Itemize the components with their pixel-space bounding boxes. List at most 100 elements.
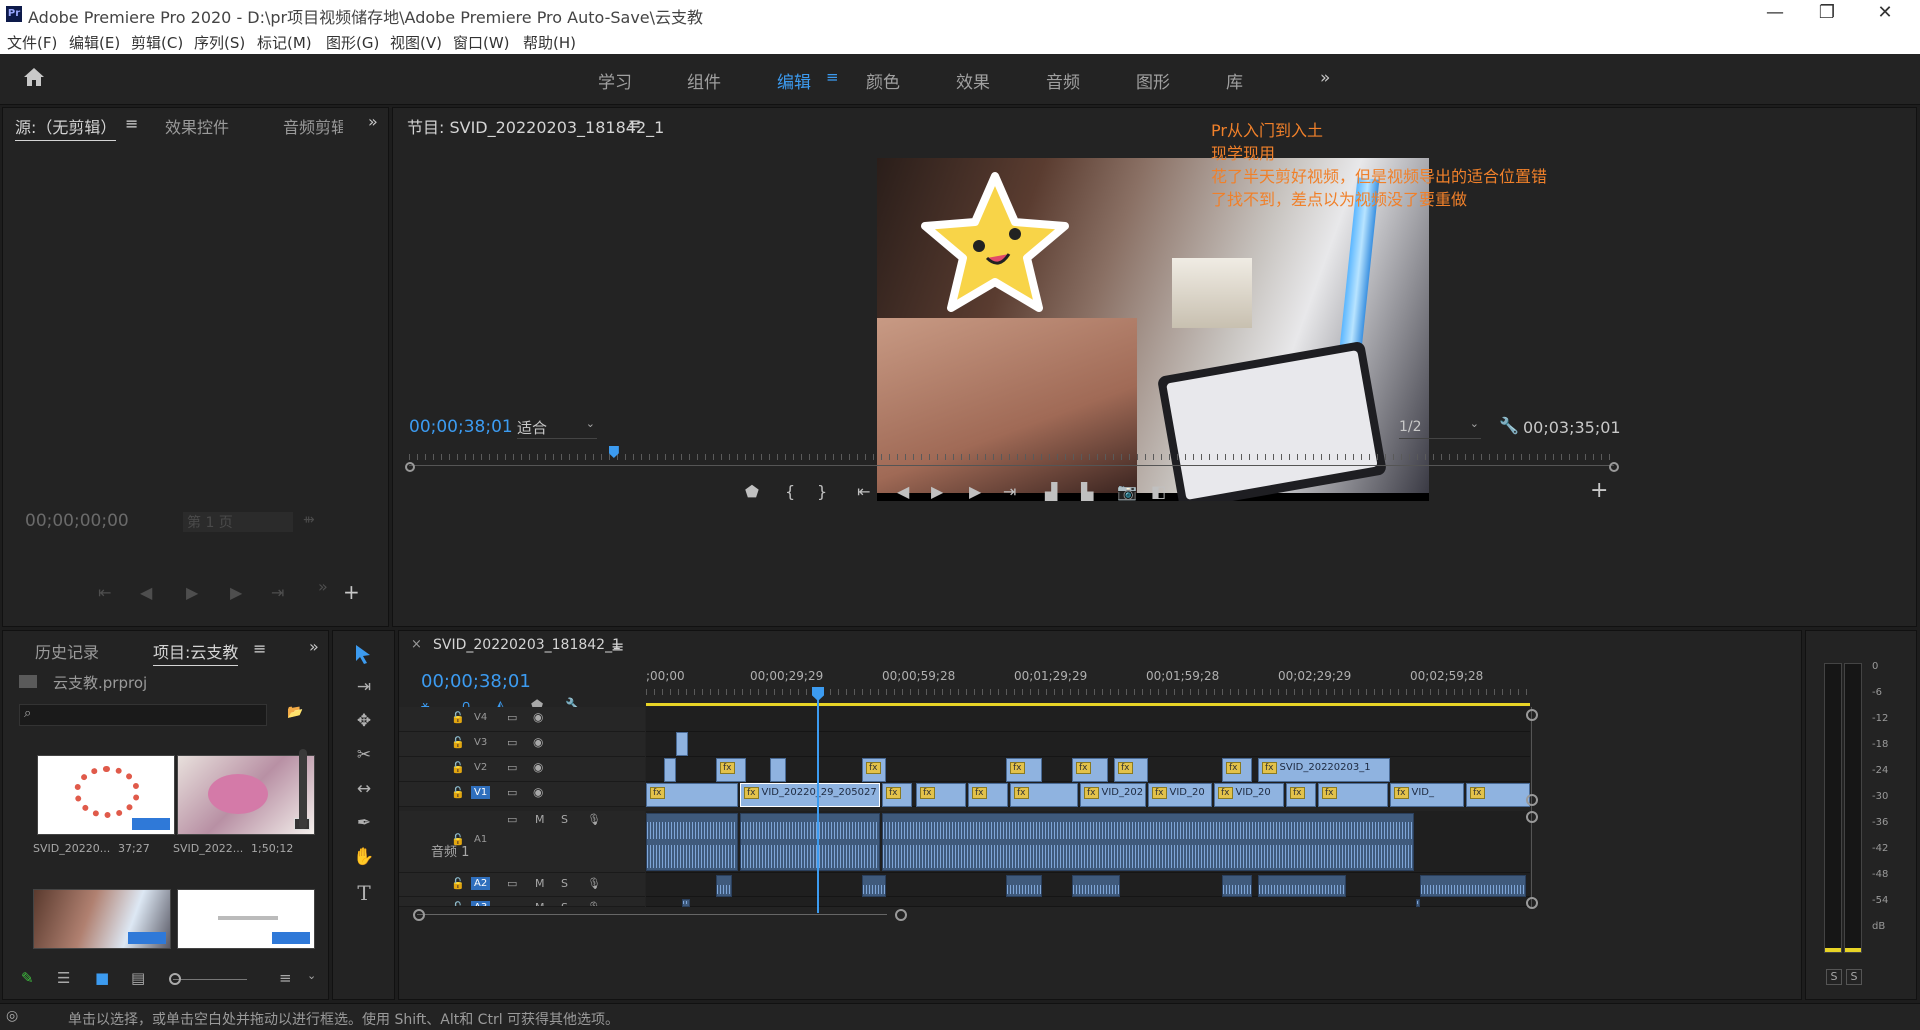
- eye-icon[interactable]: ◉: [533, 710, 543, 724]
- home-icon[interactable]: [20, 64, 48, 92]
- track-label[interactable]: A2: [471, 877, 491, 890]
- video-clip[interactable]: fx: [1318, 783, 1388, 807]
- toggle-sync-icon[interactable]: ▭: [507, 901, 517, 906]
- menu-edit[interactable]: 编辑(E): [69, 32, 120, 53]
- program-add-button-icon[interactable]: +: [1590, 478, 1608, 503]
- comparison-view-icon[interactable]: ◧: [1151, 482, 1166, 501]
- fit-dropdown[interactable]: 适合 ⌄: [517, 417, 597, 439]
- hand-tool-icon[interactable]: ✋: [349, 847, 379, 867]
- tab-source[interactable]: 源:（无剪辑）: [15, 114, 117, 141]
- project-menu-icon[interactable]: ≡: [253, 639, 266, 658]
- video-clip[interactable]: [770, 758, 786, 782]
- eye-icon[interactable]: ◉: [533, 735, 543, 749]
- slip-tool-icon[interactable]: ↔: [349, 779, 379, 799]
- menu-clip[interactable]: 剪辑(C): [131, 32, 183, 53]
- video-clip[interactable]: fx: [1466, 783, 1530, 807]
- toggle-sync-icon[interactable]: ▭: [507, 736, 517, 749]
- source-mark-in-icon[interactable]: ⇤: [98, 583, 111, 602]
- thumb-zoom-slider[interactable]: [173, 979, 247, 980]
- source-tab-menu-icon[interactable]: ≡: [125, 114, 138, 133]
- video-clip[interactable]: fx: [1006, 758, 1042, 782]
- razor-tool-icon[interactable]: ✂: [349, 745, 379, 765]
- video-clip[interactable]: fx: [716, 758, 746, 782]
- h-scroll-handle-right[interactable]: [895, 909, 907, 921]
- menu-marker[interactable]: 标记(M): [257, 32, 312, 53]
- source-more-icon[interactable]: »: [318, 577, 328, 596]
- video-clip[interactable]: fx: [1286, 783, 1316, 807]
- solo-button[interactable]: S: [561, 813, 568, 826]
- v-scroll-handle-3[interactable]: [1526, 811, 1538, 823]
- video-clip[interactable]: fx VID_: [1390, 783, 1464, 807]
- workspace-audio[interactable]: 音频: [1046, 68, 1080, 93]
- type-tool-icon[interactable]: T: [349, 881, 379, 905]
- timeline-timecode[interactable]: 00;00;38;01: [421, 671, 531, 692]
- mute-button[interactable]: M: [535, 813, 545, 826]
- menu-file[interactable]: 文件(F): [7, 32, 57, 53]
- step-back-icon[interactable]: ◀: [897, 482, 909, 501]
- audio-clip[interactable]: [1416, 899, 1420, 907]
- v-scroll-handle-1[interactable]: [1526, 709, 1538, 721]
- tab-history[interactable]: 历史记录: [35, 639, 99, 663]
- project-thumb-1[interactable]: [37, 755, 175, 835]
- project-search-input[interactable]: ⌕: [19, 704, 267, 726]
- timeline-vertical-scrollbar[interactable]: [1531, 707, 1532, 907]
- more-workspaces-icon[interactable]: »: [1320, 68, 1330, 88]
- eye-icon[interactable]: ◉: [533, 760, 543, 774]
- maximize-button[interactable]: ❐: [1812, 2, 1842, 26]
- source-more-tabs-icon[interactable]: »: [368, 112, 378, 131]
- ripple-edit-tool-icon[interactable]: ✥: [349, 711, 379, 731]
- program-menu-icon[interactable]: ≡: [628, 114, 641, 133]
- close-sequence-icon[interactable]: ×: [411, 637, 422, 652]
- sequence-menu-icon[interactable]: ≡: [611, 637, 624, 656]
- project-thumb-3[interactable]: [33, 889, 171, 949]
- menu-help[interactable]: 帮助(H): [523, 32, 576, 53]
- workspace-graphics[interactable]: 图形: [1136, 68, 1170, 93]
- video-clip[interactable]: [676, 732, 688, 756]
- microphone-icon[interactable]: 🎙: [587, 813, 601, 826]
- video-clip[interactable]: fx: [1072, 758, 1108, 782]
- solo-left-button[interactable]: S: [1826, 969, 1842, 985]
- menu-sequence[interactable]: 序列(S): [194, 32, 245, 53]
- freeform-view-icon[interactable]: ▤: [131, 969, 145, 987]
- timeline-ruler[interactable]: ;00;00 00;00;29;29 00;00;59;28 00;01;29;29 0…: [646, 665, 1530, 701]
- audio-clip[interactable]: [882, 813, 1414, 871]
- track-label[interactable]: V3: [471, 736, 490, 749]
- video-clip[interactable]: fx: [1222, 758, 1252, 782]
- wrench-icon[interactable]: 🔧: [1499, 416, 1519, 435]
- lock-icon[interactable]: 🔓: [451, 786, 465, 799]
- menu-graphics[interactable]: 图形(G): [326, 32, 379, 53]
- tab-effect-controls[interactable]: 效果控件: [165, 114, 229, 138]
- workspace-learn[interactable]: 学习: [598, 68, 632, 93]
- workspace-effects[interactable]: 效果: [956, 68, 990, 93]
- zoom-handle-right[interactable]: [1609, 462, 1619, 472]
- toggle-sync-icon[interactable]: ▭: [507, 786, 517, 799]
- audio-clip[interactable]: [1420, 875, 1526, 897]
- mute-button[interactable]: M: [535, 877, 545, 890]
- track-label[interactable]: A1: [471, 833, 490, 846]
- thumb-zoom-handle[interactable]: [169, 973, 181, 985]
- lock-icon[interactable]: 🔓: [451, 711, 465, 724]
- play-icon[interactable]: ▶: [931, 482, 943, 501]
- v-scroll-handle-4[interactable]: [1526, 897, 1538, 909]
- video-clip[interactable]: fx VID_20: [1214, 783, 1284, 807]
- work-area-bar[interactable]: [646, 703, 1530, 706]
- source-mark-out-icon[interactable]: ⇥: [271, 583, 284, 602]
- workspace-editing[interactable]: 编辑: [777, 68, 811, 93]
- menu-view[interactable]: 视图(V): [390, 32, 442, 53]
- eye-icon[interactable]: ◉: [533, 785, 543, 799]
- zoom-handle-left[interactable]: [405, 462, 415, 472]
- timeline-horizontal-scrollbar[interactable]: [417, 914, 887, 915]
- solo-button[interactable]: S: [561, 877, 568, 890]
- track-label[interactable]: V1: [471, 786, 491, 799]
- menu-window[interactable]: 窗口(W): [453, 32, 510, 53]
- lock-icon[interactable]: 🔓: [451, 736, 465, 749]
- source-add-button-icon[interactable]: +: [343, 580, 360, 604]
- icon-view-icon[interactable]: ■: [95, 969, 109, 987]
- source-play-icon[interactable]: ▶: [186, 583, 198, 602]
- track-select-tool-icon[interactable]: ⇥: [349, 677, 379, 697]
- extract-icon[interactable]: ▙: [1081, 482, 1093, 501]
- audio-clip[interactable]: [1222, 875, 1252, 897]
- video-clip[interactable]: fx: [882, 783, 912, 807]
- export-frame-camera-icon[interactable]: 📷: [1117, 482, 1137, 501]
- video-clip[interactable]: fx: [1010, 783, 1078, 807]
